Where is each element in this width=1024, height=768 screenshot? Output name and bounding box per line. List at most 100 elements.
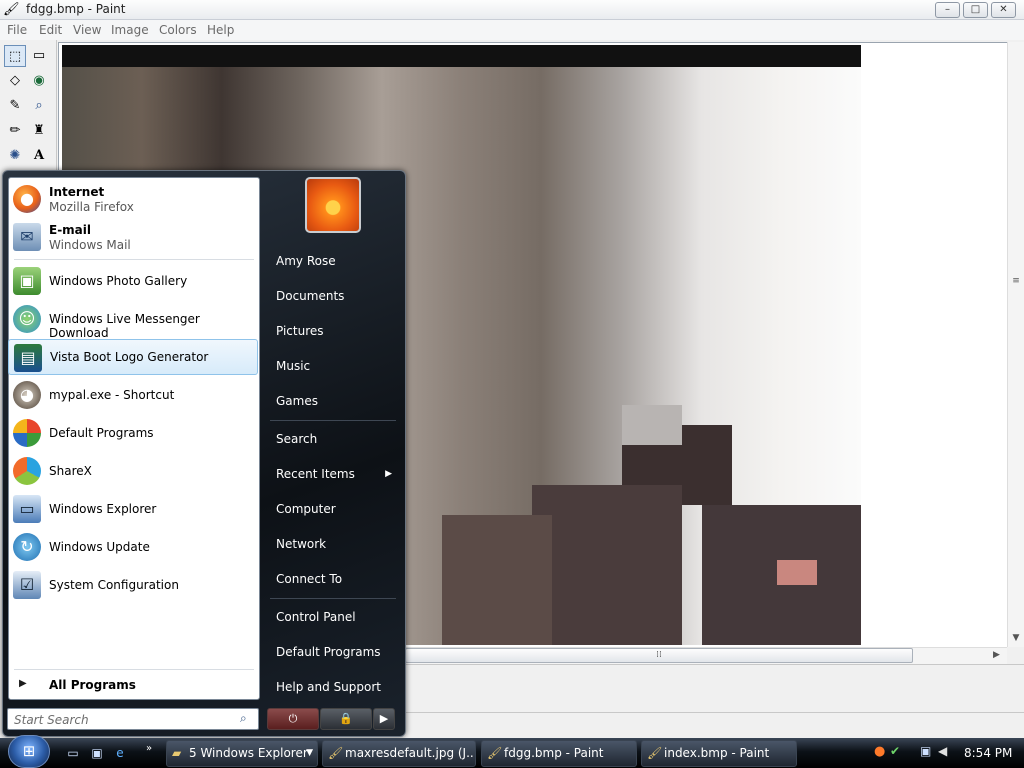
- program-label: System Configuration: [49, 578, 179, 592]
- show-desktop-icon[interactable]: ▭: [64, 744, 82, 762]
- horizontal-scroll-thumb[interactable]: ⁞⁞: [405, 648, 913, 663]
- volume-icon[interactable]: ◀: [938, 744, 947, 758]
- mail-icon: ✉: [13, 223, 41, 251]
- start-control-panel[interactable]: Control Panel: [270, 604, 398, 630]
- network-icon[interactable]: ▣: [920, 744, 931, 758]
- recent-default-programs[interactable]: Default Programs: [8, 415, 258, 451]
- taskbar-windows-explorer[interactable]: ▰ 5 Windows Explorer ▼: [166, 740, 318, 767]
- start-recent-items[interactable]: Recent Items ▶: [270, 461, 398, 487]
- taskbar-maxresdefault[interactable]: 🖌 maxresdefault.jpg (J...: [322, 740, 476, 767]
- pinned-internet[interactable]: ● Internet Mozilla Firefox: [8, 181, 258, 217]
- brush-icon[interactable]: ♜: [28, 120, 50, 142]
- recent-messenger-download[interactable]: ☺ Windows Live Messenger Download: [8, 301, 258, 340]
- close-button[interactable]: ✕: [991, 2, 1016, 18]
- taskbar-fdgg-paint[interactable]: 🖌 fdgg.bmp - Paint: [481, 740, 637, 767]
- pencil-icon[interactable]: ✏: [4, 120, 26, 142]
- taskbar-label: 5 Windows Explorer: [189, 746, 308, 760]
- paint-icon: 🖌: [647, 746, 663, 760]
- program-label: Windows Update: [49, 540, 150, 554]
- window-title: fdgg.bmp - Paint: [26, 2, 126, 16]
- all-programs-button[interactable]: ▶ All Programs: [15, 676, 255, 696]
- search-placeholder: Start Search: [14, 713, 89, 727]
- quicklaunch-chevron-icon[interactable]: »: [140, 740, 158, 758]
- sysconfig-icon: ☑: [13, 571, 41, 599]
- taskbar-label: maxresdefault.jpg (J...: [345, 746, 476, 760]
- explorer-icon: ▭: [13, 495, 41, 523]
- start-games[interactable]: Games: [270, 388, 398, 414]
- start-computer[interactable]: Computer: [270, 496, 398, 522]
- check-tray-icon[interactable]: ✔: [890, 744, 900, 758]
- pinned-title: E-mail: [49, 223, 92, 237]
- boot-logo-icon: ▤: [14, 344, 42, 372]
- recent-system-configuration[interactable]: ☑ System Configuration: [8, 567, 258, 603]
- start-default-programs[interactable]: Default Programs: [270, 639, 398, 665]
- menu-colors[interactable]: Colors: [159, 23, 197, 37]
- recent-windows-explorer[interactable]: ▭ Windows Explorer: [8, 491, 258, 527]
- pixel-block: [532, 485, 682, 645]
- power-controls: ⏻ 🔒 ▶: [267, 708, 395, 730]
- pixel-block: [777, 560, 817, 585]
- toolbox: ⬚ ▭ ◇ ◉ ✎ ⌕ ✏ ♜ ✺ A: [0, 40, 57, 180]
- start-search-input[interactable]: Start Search ⌕: [7, 708, 259, 730]
- rect-select-icon[interactable]: ▭: [28, 45, 50, 67]
- start-connect-to[interactable]: Connect To: [270, 566, 398, 592]
- default-programs-icon: [13, 419, 41, 447]
- folder-icon: ▰: [172, 746, 182, 760]
- start-help-and-support[interactable]: Help and Support: [270, 674, 398, 700]
- start-network[interactable]: Network: [270, 531, 398, 557]
- fill-icon[interactable]: ◉: [28, 70, 50, 92]
- lock-icon[interactable]: 🔒: [320, 708, 372, 730]
- paint-icon: 🖌: [487, 746, 503, 760]
- minimize-button[interactable]: –: [935, 2, 960, 18]
- menu-view[interactable]: View: [73, 23, 101, 37]
- switch-windows-icon[interactable]: ▣: [88, 744, 106, 762]
- menu-help[interactable]: Help: [207, 23, 234, 37]
- eraser-icon[interactable]: ◇: [4, 70, 26, 92]
- separator: [14, 259, 254, 260]
- taskbar-label: index.bmp - Paint: [664, 746, 770, 760]
- clock[interactable]: 8:54 PM: [964, 746, 1012, 760]
- start-documents[interactable]: Documents: [270, 283, 398, 309]
- firefox-icon: ●: [13, 185, 41, 213]
- scroll-down-arrow-icon[interactable]: ▼: [1010, 632, 1022, 644]
- separator: [270, 420, 396, 421]
- internet-explorer-icon[interactable]: e: [111, 744, 129, 762]
- recent-windows-update[interactable]: ↻ Windows Update: [8, 529, 258, 565]
- text-tool-icon[interactable]: A: [28, 145, 50, 167]
- start-pictures[interactable]: Pictures: [270, 318, 398, 344]
- firefox-tray-icon[interactable]: ●: [874, 744, 885, 759]
- menu-file[interactable]: File: [7, 23, 27, 37]
- start-search[interactable]: Search: [270, 426, 398, 452]
- arrow-right-icon: ▶: [19, 678, 27, 689]
- shutdown-options-arrow-icon[interactable]: ▶: [373, 708, 395, 730]
- start-button[interactable]: ⊞: [8, 735, 50, 768]
- color-picker-icon[interactable]: ✎: [4, 95, 26, 117]
- power-icon[interactable]: ⏻: [267, 708, 319, 730]
- pinned-subtitle: Mozilla Firefox: [49, 200, 134, 214]
- airbrush-icon[interactable]: ✺: [4, 145, 26, 167]
- recent-sharex[interactable]: ShareX: [8, 453, 258, 489]
- user-picture[interactable]: [305, 177, 361, 233]
- start-user-folder[interactable]: Amy Rose: [270, 248, 398, 274]
- menu-image[interactable]: Image: [111, 23, 149, 37]
- free-select-icon[interactable]: ⬚: [4, 45, 26, 67]
- recent-vista-boot-logo-generator[interactable]: ▤ Vista Boot Logo Generator: [8, 339, 258, 375]
- recent-mypal-shortcut[interactable]: ◕ mypal.exe - Shortcut: [8, 377, 258, 413]
- program-label: Windows Live Messenger Download: [49, 312, 200, 340]
- program-label: Windows Explorer: [49, 502, 157, 516]
- start-music[interactable]: Music: [270, 353, 398, 379]
- program-label: Default Programs: [49, 426, 154, 440]
- taskbar-index-paint[interactable]: 🖌 index.bmp - Paint: [641, 740, 797, 767]
- pinned-subtitle: Windows Mail: [49, 238, 131, 252]
- magnifier-icon[interactable]: ⌕: [28, 95, 50, 117]
- program-label: mypal.exe - Shortcut: [49, 388, 175, 402]
- search-icon[interactable]: ⌕: [240, 711, 256, 727]
- recent-windows-photo-gallery[interactable]: ▣ Windows Photo Gallery: [8, 263, 258, 299]
- scroll-right-arrow-icon[interactable]: ▶: [993, 650, 1000, 660]
- separator: [14, 669, 254, 670]
- pinned-email[interactable]: ✉ E-mail Windows Mail: [8, 219, 258, 255]
- menu-bar: File Edit View Image Colors Help: [0, 20, 1024, 40]
- vertical-scrollbar[interactable]: ≡ ▼: [1007, 42, 1024, 647]
- menu-edit[interactable]: Edit: [39, 23, 62, 37]
- maximize-button[interactable]: □: [963, 2, 988, 18]
